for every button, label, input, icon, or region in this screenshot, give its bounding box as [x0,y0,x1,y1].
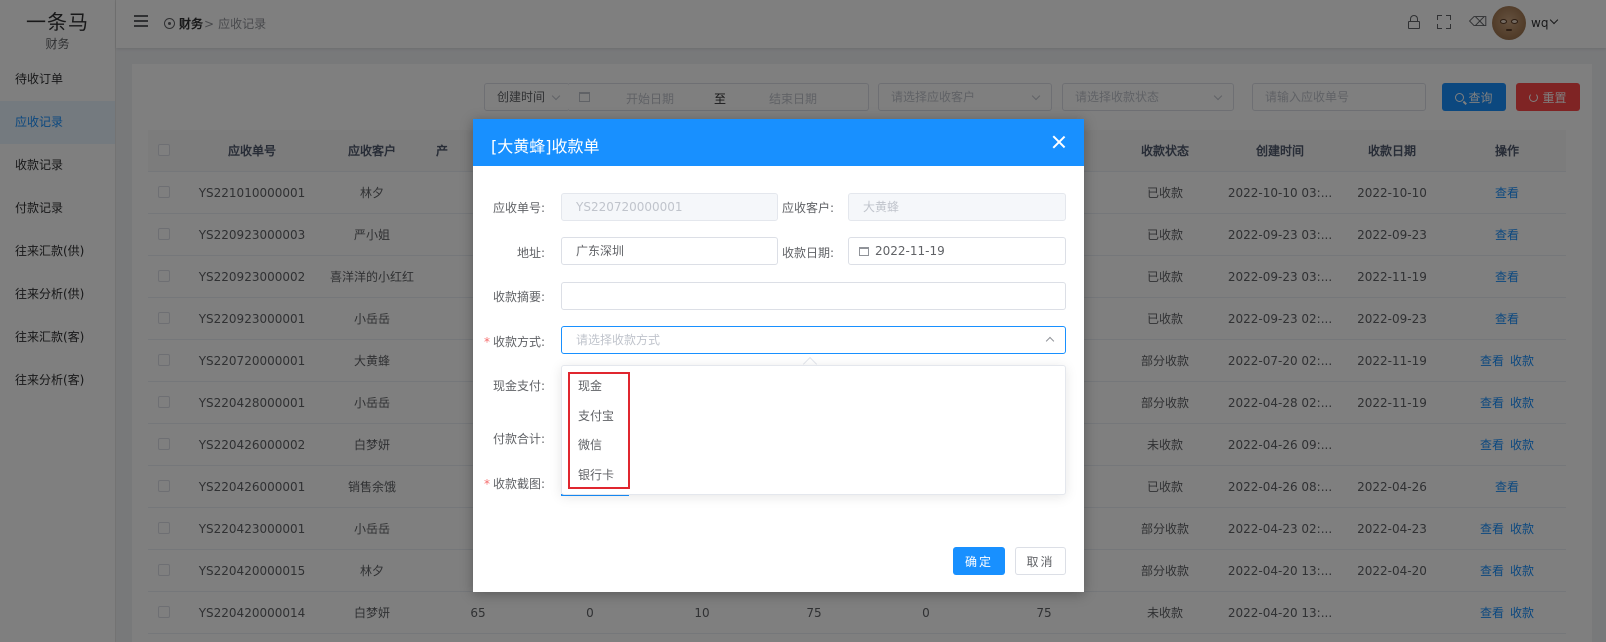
chevron-up-icon [1045,336,1055,346]
payment-method-label-text: 收款方式: [492,335,545,349]
dialog-header: [大黄蜂]收款单 [473,119,1084,166]
payment-dialog: [大黄蜂]收款单 [473,119,1084,592]
payment-date-field[interactable]: 2022-11-19 [848,237,1066,265]
payment-method-placeholder: 请选择收款方式 [576,333,661,347]
payment-date-value: 2022-11-19 [875,244,945,258]
calendar-icon [859,247,869,256]
payment-method-dropdown [561,365,1066,495]
payment-screenshot-label: * 收款截图: [477,475,545,492]
address-label: 地址: [516,246,545,260]
confirm-button[interactable]: 确定 [953,547,1005,575]
payment-total-label: 付款合计: [492,432,545,446]
customer-field: 大黄蜂 [848,193,1066,221]
payment-method-option[interactable]: 银行卡 [578,466,614,483]
payment-method-option[interactable]: 现金 [578,377,602,394]
payment-screenshot-label-text: 收款截图: [492,477,545,491]
cash-payment-label: 现金支付: [492,379,545,393]
dialog-title: [大黄蜂]收款单 [491,137,600,156]
required-mark: * [483,335,490,349]
customer-value: 大黄蜂 [863,200,900,214]
required-mark: * [483,477,490,491]
order-no-label: 应收单号: [492,201,545,215]
cancel-button[interactable]: 取消 [1015,547,1066,575]
order-no-field: YS220720000001 [561,193,778,221]
customer-label: 应收客户: [781,201,834,215]
summary-field[interactable] [561,282,1066,310]
summary-label: 收款摘要: [492,290,545,304]
address-value: 广东深圳 [576,244,625,258]
payment-method-select[interactable]: 请选择收款方式 [561,326,1066,354]
payment-date-label: 收款日期: [781,246,834,260]
address-field[interactable]: 广东深圳 [561,237,778,265]
payment-method-label: * 收款方式: [477,333,545,350]
close-icon[interactable] [1052,135,1066,149]
order-no-value: YS220720000001 [576,200,683,214]
payment-method-option[interactable]: 微信 [578,436,602,453]
payment-method-option[interactable]: 支付宝 [578,407,614,424]
